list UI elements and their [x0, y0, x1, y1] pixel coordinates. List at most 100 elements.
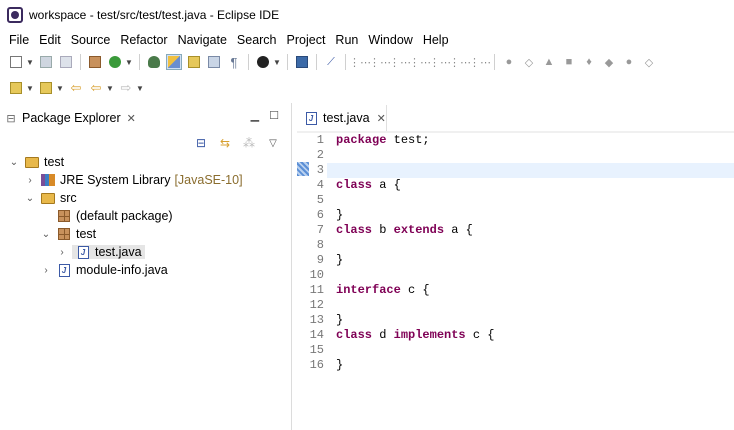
- step-into-icon[interactable]: ⋮⋯: [429, 54, 451, 70]
- triangle-shape-icon[interactable]: ▲: [541, 54, 557, 70]
- resume-icon[interactable]: ⋮⋯: [349, 54, 371, 70]
- step-return-icon[interactable]: ⋮⋯: [469, 54, 491, 70]
- minimize-icon[interactable]: ▁: [251, 109, 259, 122]
- new-class-dropdown-icon[interactable]: ▼: [125, 54, 133, 70]
- show-whitespace-icon[interactable]: ¶: [226, 54, 242, 70]
- menu-edit[interactable]: Edit: [34, 33, 66, 47]
- small-diamond-icon[interactable]: ◇: [641, 54, 657, 70]
- toggle-mark-occurrences-icon[interactable]: [166, 54, 182, 70]
- tree-item-package-test[interactable]: ⌄ test: [0, 225, 292, 243]
- current-line[interactable]: [327, 163, 734, 178]
- terminate-icon[interactable]: ⋮⋯: [389, 54, 411, 70]
- chevron-down-icon[interactable]: ⌄: [8, 157, 20, 168]
- code-line[interactable]: }: [336, 208, 734, 223]
- save-all-icon[interactable]: [58, 54, 74, 70]
- maximize-icon[interactable]: ☐: [269, 109, 279, 122]
- code-line[interactable]: [336, 148, 734, 163]
- next-annotation-icon[interactable]: [8, 80, 24, 96]
- code-line[interactable]: [336, 268, 734, 283]
- line-number: 13: [309, 313, 324, 327]
- focus-on-working-set-icon[interactable]: ⁂: [241, 135, 257, 151]
- hexagon-shape-icon[interactable]: ●: [621, 54, 637, 70]
- menu-help[interactable]: Help: [418, 33, 454, 47]
- selected-item-highlight[interactable]: J test.java: [72, 245, 145, 259]
- code-line[interactable]: [336, 193, 734, 208]
- new-icon[interactable]: [8, 54, 24, 70]
- editor-tab-test-java[interactable]: J test.java ✕: [297, 105, 387, 131]
- code-text: d: [372, 328, 394, 342]
- library-icon: [40, 173, 56, 187]
- code-line[interactable]: interface c {: [336, 283, 734, 298]
- code-line[interactable]: package test;: [336, 133, 734, 148]
- menu-run[interactable]: Run: [330, 33, 363, 47]
- chevron-down-icon[interactable]: ⌄: [24, 193, 36, 204]
- back-dropdown-icon[interactable]: ▼: [106, 80, 114, 96]
- code-line[interactable]: [336, 343, 734, 358]
- tree-item-module-info[interactable]: › J module-info.java: [0, 261, 292, 279]
- code-line[interactable]: }: [336, 313, 734, 328]
- skip-breakpoints-icon[interactable]: ⟋: [323, 54, 339, 70]
- diamond-shape-icon[interactable]: ◇: [521, 54, 537, 70]
- square-shape-icon[interactable]: ■: [561, 54, 577, 70]
- menu-navigate[interactable]: Navigate: [173, 33, 232, 47]
- code-line[interactable]: [336, 298, 734, 313]
- code-line[interactable]: }: [336, 358, 734, 373]
- tree-item-src[interactable]: ⌄ src: [0, 189, 292, 207]
- close-icon[interactable]: ✕: [127, 112, 136, 125]
- code-line[interactable]: class a {: [336, 178, 734, 193]
- disconnect-icon[interactable]: ⋮⋯: [409, 54, 431, 70]
- tree-item-test-java[interactable]: › J test.java: [0, 243, 292, 261]
- step-over-icon[interactable]: ⋮⋯: [449, 54, 471, 70]
- menu-refactor[interactable]: Refactor: [115, 33, 172, 47]
- view-menu-icon[interactable]: ▽: [265, 135, 281, 151]
- keyword: class: [336, 328, 373, 342]
- chevron-right-icon[interactable]: ›: [24, 175, 36, 186]
- new-java-project-icon[interactable]: [87, 54, 103, 70]
- close-icon[interactable]: ✕: [377, 112, 386, 125]
- code-line[interactable]: [336, 238, 734, 253]
- code-line[interactable]: class d implements c {: [336, 328, 734, 343]
- toggle-breadcrumb-icon[interactable]: [186, 54, 202, 70]
- editor-tab-label: test.java: [323, 111, 370, 125]
- tree-item-default-package[interactable]: (default package): [0, 207, 292, 225]
- collapse-all-icon[interactable]: ⊟: [193, 135, 209, 151]
- chevron-right-icon[interactable]: ›: [40, 265, 52, 276]
- circle-shape-icon[interactable]: ●: [501, 54, 517, 70]
- dollar-shape-icon[interactable]: ♦: [581, 54, 597, 70]
- new-class-icon[interactable]: [107, 54, 123, 70]
- menu-window[interactable]: Window: [363, 33, 417, 47]
- link-with-editor-icon[interactable]: ⇆: [217, 135, 233, 151]
- chevron-down-icon[interactable]: ⌄: [40, 229, 52, 240]
- code-line[interactable]: }: [336, 253, 734, 268]
- code-area[interactable]: package test; class a { } class b extend…: [327, 133, 734, 373]
- debug-icon[interactable]: [146, 54, 162, 70]
- toolbar-separator: [139, 54, 140, 70]
- previous-annotation-dropdown-icon[interactable]: ▼: [56, 80, 64, 96]
- forward-dropdown-icon[interactable]: ▼: [136, 80, 144, 96]
- menu-search[interactable]: Search: [232, 33, 282, 47]
- new-dropdown-icon[interactable]: ▼: [26, 54, 34, 70]
- menu-source[interactable]: Source: [66, 33, 116, 47]
- run-configurations-icon[interactable]: [255, 54, 271, 70]
- run-configurations-dropdown-icon[interactable]: ▼: [273, 54, 281, 70]
- previous-annotation-icon[interactable]: [38, 80, 54, 96]
- chevron-right-icon[interactable]: ›: [56, 247, 68, 258]
- forward-icon[interactable]: ⇨: [118, 80, 134, 96]
- package-explorer-panel: ⊟ Package Explorer ✕ ▁ ☐ ⊟ ⇆ ⁂ ▽ ⌄ test …: [0, 103, 292, 430]
- leaf-shape-icon[interactable]: ◆: [601, 54, 617, 70]
- tree-item-jre[interactable]: › JRE System Library [JavaSE-10]: [0, 171, 292, 189]
- code-line[interactable]: class b extends a {: [336, 223, 734, 238]
- last-edit-location-icon[interactable]: ⇦: [68, 80, 84, 96]
- pane-window-controls: ▁ ☐: [251, 109, 279, 122]
- toggle-block-selection-icon[interactable]: [206, 54, 222, 70]
- next-annotation-dropdown-icon[interactable]: ▼: [26, 80, 34, 96]
- menu-project[interactable]: Project: [282, 33, 331, 47]
- menu-file[interactable]: File: [4, 33, 34, 47]
- back-icon[interactable]: ⇦: [88, 80, 104, 96]
- suspend-icon[interactable]: ⋮⋯: [369, 54, 391, 70]
- console-icon[interactable]: [294, 54, 310, 70]
- package-explorer-tab[interactable]: ⊟ Package Explorer ✕: [4, 105, 136, 131]
- save-icon[interactable]: [38, 54, 54, 70]
- title-bar: workspace - test/src/test/test.java - Ec…: [0, 0, 734, 30]
- tree-item-project-test[interactable]: ⌄ test: [0, 153, 292, 171]
